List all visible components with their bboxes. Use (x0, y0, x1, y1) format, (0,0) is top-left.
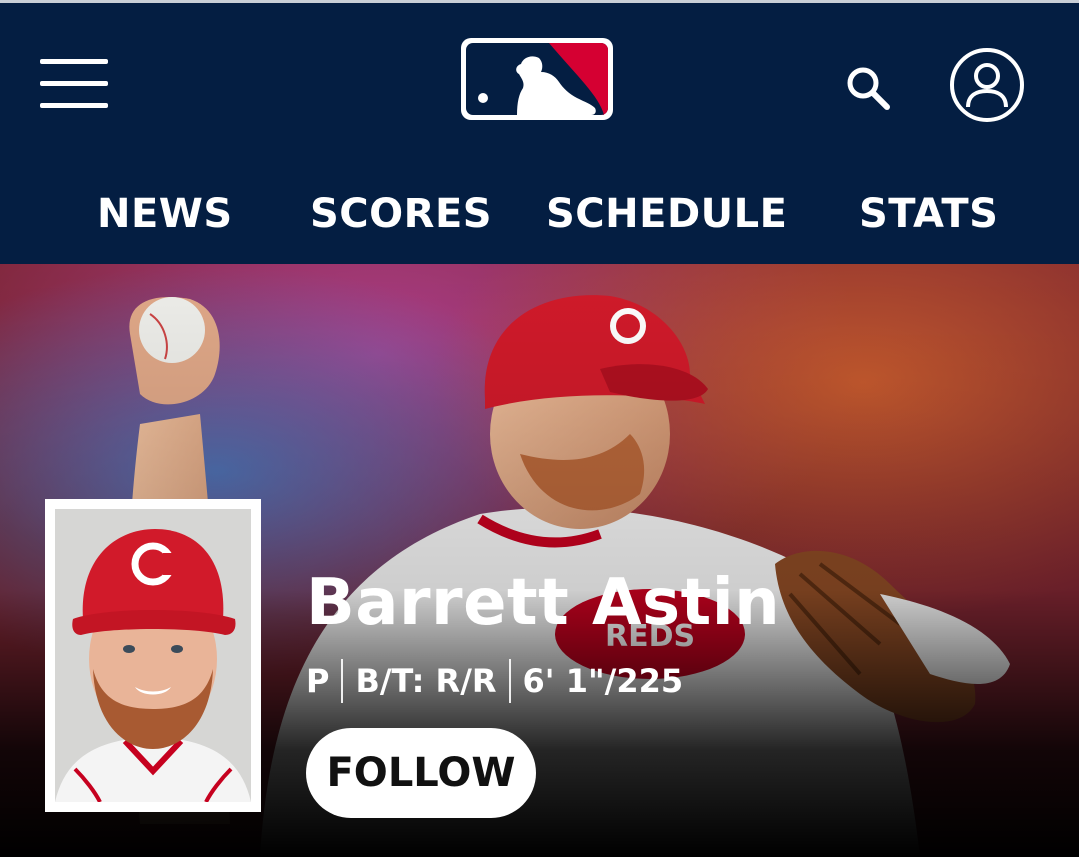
follow-button[interactable]: FOLLOW (306, 728, 536, 818)
user-account-icon[interactable] (949, 47, 1025, 123)
hamburger-menu-icon[interactable] (40, 59, 108, 111)
player-height-weight: 6' 1"/225 (522, 662, 684, 700)
player-position: P (306, 662, 330, 700)
search-icon[interactable] (844, 64, 892, 112)
meta-divider (341, 659, 344, 703)
meta-divider (508, 659, 511, 703)
main-nav: NEWS SCORES SCHEDULE STATS (0, 188, 1079, 240)
nav-scores[interactable]: SCORES (310, 188, 492, 240)
nav-stats[interactable]: STATS (859, 188, 998, 240)
mlb-logo[interactable] (459, 36, 615, 122)
player-meta: P B/T: R/R 6' 1"/225 (306, 657, 683, 705)
player-name: Barrett Astin (306, 566, 781, 640)
top-header: NEWS SCORES SCHEDULE STATS (0, 0, 1079, 264)
player-headshot (45, 499, 261, 812)
nav-schedule[interactable]: SCHEDULE (546, 188, 787, 240)
nav-news[interactable]: NEWS (97, 188, 233, 240)
headshot-image (55, 509, 251, 802)
player-bats-throws: B/T: R/R (355, 662, 497, 700)
